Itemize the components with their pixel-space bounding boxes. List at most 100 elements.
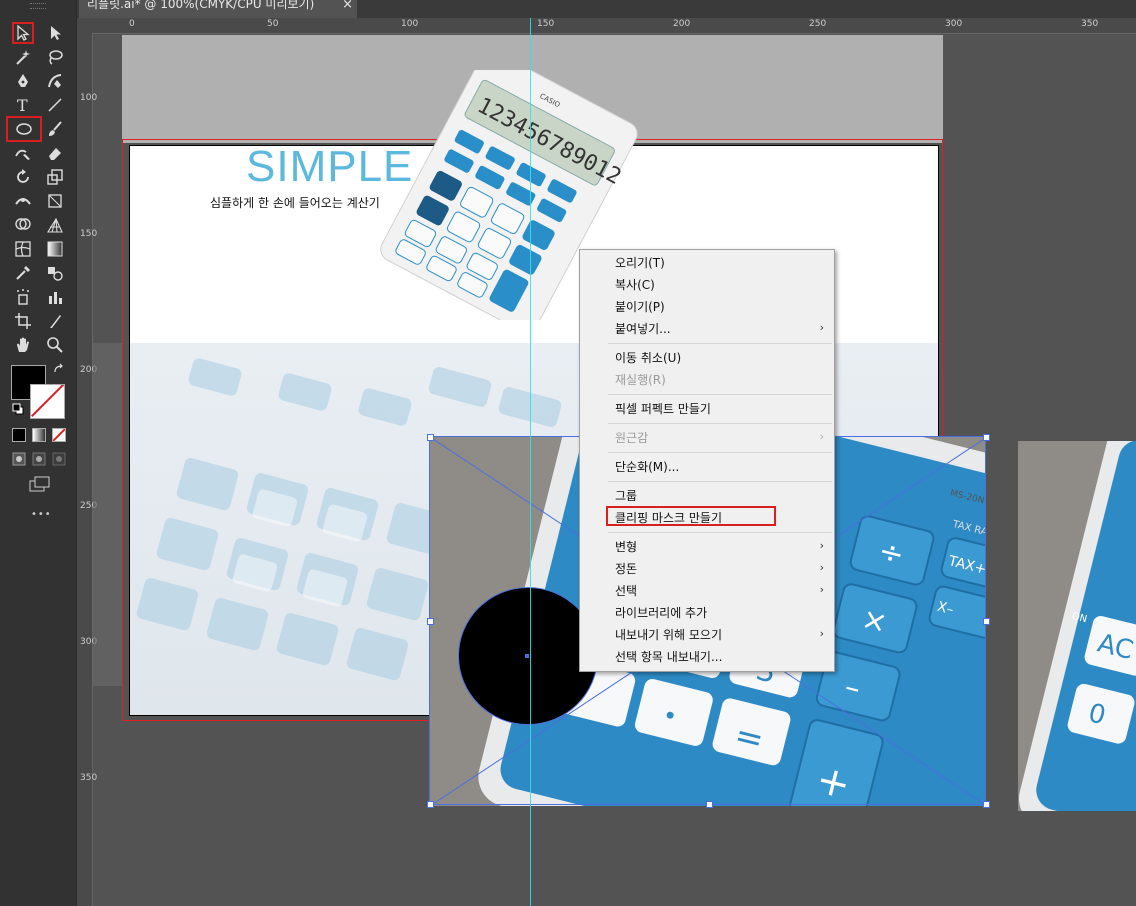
menu-item-simplify[interactable]: 단순화(M)... [615, 458, 679, 476]
ruler-label: 350 [1081, 19, 1099, 29]
direct-selection-tool-icon[interactable] [44, 22, 66, 44]
free-transform-tool-icon[interactable] [44, 190, 66, 212]
ruler-label: 0 [129, 19, 135, 29]
draw-normal-icon[interactable] [12, 452, 26, 469]
pasteboard-shadow [93, 343, 123, 686]
zoom-tool-icon[interactable] [44, 334, 66, 356]
edit-toolbar-button[interactable]: ••• [31, 509, 52, 520]
ruler-origin[interactable] [77, 18, 93, 33]
swap-colors-icon[interactable] [53, 363, 65, 378]
submenu-arrow-icon: › [819, 627, 824, 640]
lasso-tool-icon[interactable] [44, 46, 66, 68]
ruler-label: 150 [80, 229, 98, 239]
ruler-label: 250 [80, 501, 98, 511]
resize-handle[interactable] [427, 801, 434, 808]
menu-item-undo-move[interactable]: 이동 취소(U) [615, 349, 681, 367]
ruler-label: 300 [945, 19, 963, 29]
menu-item-perspective[interactable]: 원근감 [615, 429, 648, 447]
menu-item-select[interactable]: 선택 [615, 582, 637, 600]
artwork-title[interactable]: SIMPLE [246, 142, 413, 192]
menu-item-copy[interactable]: 복사(C) [615, 276, 655, 294]
highlight-box [606, 506, 776, 526]
none-mode-icon[interactable] [52, 428, 66, 442]
gradient-mode-icon[interactable] [32, 428, 46, 442]
submenu-arrow-icon: › [819, 539, 824, 552]
resize-handle[interactable] [983, 618, 990, 625]
menu-item-group[interactable]: 그룹 [615, 487, 637, 505]
vertical-ruler[interactable]: 100 150 200 250 300 350 [77, 33, 98, 906]
center-point [525, 654, 529, 658]
menu-separator [608, 343, 832, 344]
perspective-grid-tool-icon[interactable] [44, 214, 66, 236]
submenu-arrow-icon: › [819, 321, 824, 334]
menu-item-pixel-perfect[interactable]: 픽셀 퍼펙트 만들기 [615, 400, 711, 418]
color-mode-icon[interactable] [12, 428, 26, 442]
resize-handle[interactable] [427, 618, 434, 625]
paintbrush-tool-icon[interactable] [44, 118, 66, 140]
menu-item-add-to-library[interactable]: 라이브러리에 추가 [615, 604, 707, 622]
draw-behind-icon[interactable] [32, 452, 46, 469]
shaper-tool-icon[interactable] [12, 142, 34, 164]
resize-handle[interactable] [427, 434, 434, 441]
mesh-tool-icon[interactable] [12, 238, 34, 260]
second-calculator-photo[interactable]: AC 0 ON [1018, 441, 1136, 811]
tools-panel: T ••• [0, 0, 77, 906]
default-colors-icon[interactable] [12, 403, 24, 418]
panel-grip[interactable] [30, 3, 46, 9]
menu-item-paste-special[interactable]: 붙여넣기... [615, 320, 671, 338]
hand-tool-icon[interactable] [12, 334, 34, 356]
menu-separator [608, 481, 832, 482]
eyedropper-tool-icon[interactable] [12, 262, 34, 284]
gradient-tool-icon[interactable] [44, 238, 66, 260]
symbol-sprayer-tool-icon[interactable] [12, 286, 34, 308]
ellipse-tool-icon[interactable] [6, 116, 42, 142]
close-tab-icon[interactable]: × [342, 0, 353, 12]
artboard-tool-icon[interactable] [12, 310, 34, 332]
type-tool-icon[interactable]: T [12, 94, 34, 116]
ruler-label: 300 [80, 637, 98, 647]
pen-tool-icon[interactable] [12, 70, 34, 92]
width-tool-icon[interactable] [12, 190, 34, 212]
artwork-subtitle[interactable]: 심플하게 한 손에 들어오는 계산기 [210, 194, 380, 211]
menu-item-export-selection[interactable]: 선택 항목 내보내기... [615, 648, 722, 666]
menu-item-redo[interactable]: 재실행(R) [615, 371, 666, 389]
column-graph-tool-icon[interactable] [44, 286, 66, 308]
menu-separator [608, 394, 832, 395]
menu-item-paste[interactable]: 붙이기(P) [615, 298, 665, 316]
submenu-arrow-icon: › [819, 561, 824, 574]
ruler-label: 50 [267, 19, 279, 29]
magic-wand-tool-icon[interactable] [12, 46, 34, 68]
black-ellipse-shape[interactable] [459, 588, 597, 724]
menu-item-arrange[interactable]: 정돈 [615, 560, 637, 578]
eraser-tool-icon[interactable] [44, 142, 66, 164]
resize-handle[interactable] [983, 434, 990, 441]
resize-handle[interactable] [983, 801, 990, 808]
vertical-guide[interactable] [530, 18, 531, 906]
rotate-tool-icon[interactable] [12, 166, 34, 188]
blend-tool-icon[interactable] [44, 262, 66, 284]
menu-item-collect-for-export[interactable]: 내보내기 위해 모으기 [615, 626, 722, 644]
menu-separator [608, 452, 832, 453]
menu-item-cut[interactable]: 오리기(T) [615, 254, 665, 272]
submenu-arrow-icon: › [819, 430, 824, 443]
context-menu: 오리기(T) 복사(C) 붙이기(P) 붙여넣기... › 이동 취소(U) 재… [579, 249, 835, 672]
submenu-arrow-icon: › [819, 583, 824, 596]
resize-handle[interactable] [706, 801, 713, 808]
ruler-label: 250 [809, 19, 827, 29]
curvature-tool-icon[interactable] [44, 70, 66, 92]
menu-item-transform[interactable]: 변형 [615, 538, 637, 556]
shape-builder-tool-icon[interactable] [12, 214, 34, 236]
slice-tool-icon[interactable] [44, 310, 66, 332]
stroke-color-swatch[interactable] [30, 384, 65, 419]
horizontal-ruler[interactable]: 0 50 100 150 200 250 300 350 [93, 18, 1136, 34]
screen-mode-icon[interactable] [29, 476, 51, 495]
selection-tool-icon[interactable] [12, 22, 34, 44]
document-tab-title: 리플릿.ai* @ 100%(CMYK/CPU 미리보기) [87, 0, 315, 11]
document-tab[interactable]: 리플릿.ai* @ 100%(CMYK/CPU 미리보기) × [79, 0, 357, 18]
draw-inside-icon[interactable] [52, 452, 66, 469]
line-tool-icon[interactable] [44, 94, 66, 116]
scale-tool-icon[interactable] [44, 166, 66, 188]
ruler-label: 100 [80, 93, 98, 103]
svg-text:T: T [17, 96, 28, 114]
document-tab-bar: 리플릿.ai* @ 100%(CMYK/CPU 미리보기) × [77, 0, 1136, 18]
